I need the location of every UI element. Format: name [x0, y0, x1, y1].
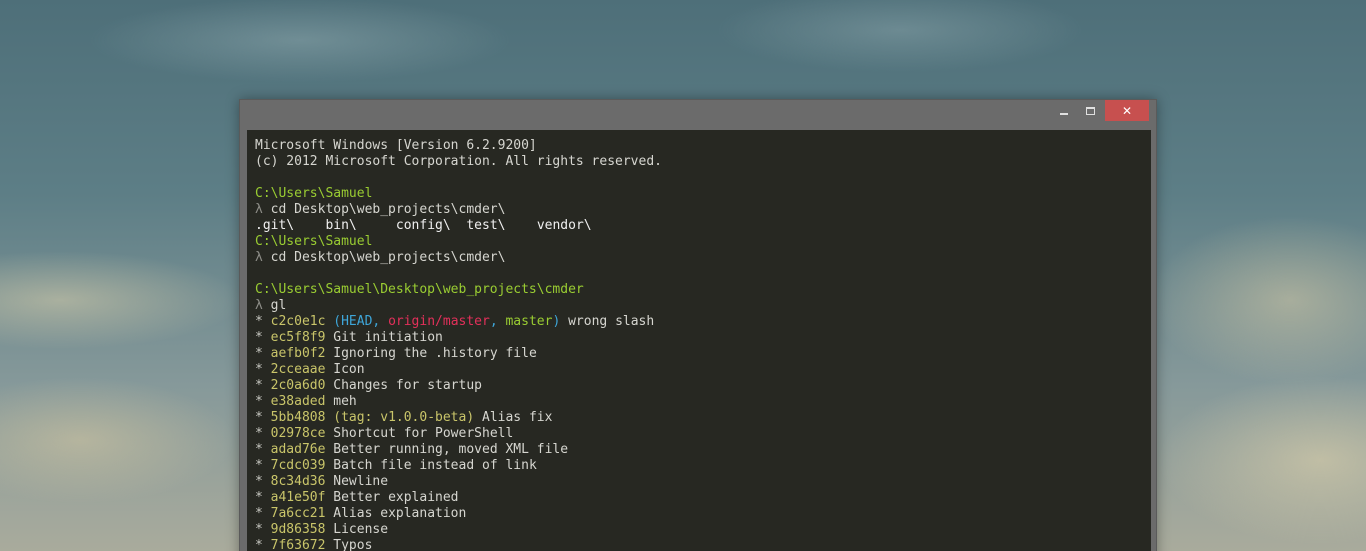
command-text: cd Desktop\web_projects\cmder\ [270, 202, 506, 217]
commit-message: Batch file instead of link [333, 458, 537, 473]
dir-entry: vendor\ [536, 218, 592, 233]
git-log-entry: * 2cceaae Icon [255, 362, 1143, 378]
commit-hash: c2c0e1c [270, 314, 326, 329]
graph-star: * [255, 346, 263, 361]
prompt-lambda: λ [255, 298, 263, 313]
commit-message: License [333, 522, 389, 537]
git-log-entry: * 5bb4808 (tag: v1.0.0-beta) Alias fix [255, 410, 1143, 426]
graph-star: * [255, 410, 263, 425]
commit-hash: 2c0a6d0 [270, 378, 326, 393]
commit-hash: aefb0f2 [270, 346, 326, 361]
commit-message: Better explained [333, 490, 459, 505]
git-log-entry: * 2c0a6d0 Changes for startup [255, 378, 1143, 394]
commit-hash: 5bb4808 [270, 410, 326, 425]
git-log-entry: * 7a6cc21 Alias explanation [255, 506, 1143, 522]
commit-hash: 7a6cc21 [270, 506, 326, 521]
commit-message: Alias fix [482, 410, 553, 425]
git-log-entry: * adad76e Better running, moved XML file [255, 442, 1143, 458]
commit-hash: a41e50f [270, 490, 326, 505]
graph-star: * [255, 442, 263, 457]
graph-star: * [255, 426, 263, 441]
commit-message: Newline [333, 474, 389, 489]
title-bar[interactable]: ✕ [240, 100, 1156, 130]
console-output[interactable]: Microsoft Windows [Version 6.2.9200] (c)… [247, 130, 1151, 551]
commit-hash: 8c34d36 [270, 474, 326, 489]
ref-local: master [505, 314, 553, 329]
commit-hash: 7f63672 [270, 538, 326, 551]
graph-star: * [255, 458, 263, 473]
maximize-button[interactable] [1077, 100, 1103, 121]
graph-star: * [255, 314, 263, 329]
commit-message: Git initiation [333, 330, 443, 345]
close-icon: ✕ [1121, 103, 1133, 118]
command-line: λ cd Desktop\web_projects\cmder\ [255, 250, 1143, 266]
minimize-icon [1060, 112, 1068, 115]
close-button[interactable]: ✕ [1105, 100, 1149, 121]
graph-star: * [255, 474, 263, 489]
git-log-entry: * e38aded meh [255, 394, 1143, 410]
dir-entry: test\ [466, 218, 506, 233]
banner-line: (c) 2012 Microsoft Corporation. All righ… [255, 154, 662, 169]
commit-message: Typos [333, 538, 373, 551]
cmder-window: ✕ Microsoft Windows [Version 6.2.9200] (… [239, 99, 1157, 551]
commit-hash: 2cceaae [270, 362, 326, 377]
commit-message: Ignoring the .history file [333, 346, 537, 361]
prompt-path: C:\Users\Samuel\Desktop\web_projects\cmd… [255, 282, 584, 297]
dir-entry: config\ [395, 218, 451, 233]
command-line: λ cd Desktop\web_projects\cmder\ [255, 202, 1143, 218]
graph-star: * [255, 362, 263, 377]
minimize-button[interactable] [1051, 100, 1077, 121]
commit-message: Changes for startup [333, 378, 482, 393]
graph-star: * [255, 490, 263, 505]
command-text: cd Desktop\web_projects\cmder\ [270, 250, 506, 265]
commit-message: meh [333, 394, 357, 409]
graph-star: * [255, 538, 263, 551]
graph-star: * [255, 330, 263, 345]
ref-remote: origin/master [388, 314, 490, 329]
graph-star: * [255, 506, 263, 521]
commit-message: Better running, moved XML file [333, 442, 569, 457]
prompt-path: C:\Users\Samuel [255, 186, 373, 201]
dir-listing: .git\ bin\ config\ test\ vendor\ [255, 218, 1143, 234]
commit-hash: e38aded [270, 394, 326, 409]
commit-message: Alias explanation [333, 506, 467, 521]
commit-message: Shortcut for PowerShell [333, 426, 514, 441]
git-log-entry: * aefb0f2 Ignoring the .history file [255, 346, 1143, 362]
git-log-entry: * c2c0e1c (HEAD, origin/master, master) … [255, 314, 655, 329]
dir-entry: .git\ [255, 218, 295, 233]
git-log-entry: * 7cdc039 Batch file instead of link [255, 458, 1143, 474]
dir-entry: bin\ [325, 218, 357, 233]
prompt-path: C:\Users\Samuel [255, 234, 373, 249]
commit-hash: adad76e [270, 442, 326, 457]
command-text: gl [270, 298, 287, 313]
ref-head: HEAD [341, 314, 373, 329]
commit-hash: ec5f8f9 [270, 330, 326, 345]
git-log-entry: * ec5f8f9 Git initiation [255, 330, 1143, 346]
commit-hash: 9d86358 [270, 522, 326, 537]
prompt-lambda: λ [255, 202, 263, 217]
maximize-icon [1085, 106, 1095, 115]
prompt-lambda: λ [255, 250, 263, 265]
commit-message: wrong slash [568, 314, 655, 329]
banner-line: Microsoft Windows [Version 6.2.9200] [255, 138, 537, 153]
commit-tag: (tag: v1.0.0-beta) [333, 410, 475, 425]
commit-hash: 7cdc039 [270, 458, 326, 473]
git-log-entry: * 02978ce Shortcut for PowerShell [255, 426, 1143, 442]
command-line: λ gl [255, 298, 1143, 314]
graph-star: * [255, 522, 263, 537]
graph-star: * [255, 378, 263, 393]
git-log-entry: * 8c34d36 Newline [255, 474, 1143, 490]
commit-hash: 02978ce [270, 426, 326, 441]
git-log-entry: * a41e50f Better explained [255, 490, 1143, 506]
commit-message: Icon [333, 362, 365, 377]
window-controls: ✕ [1051, 100, 1149, 121]
git-log-entry: * 9d86358 License [255, 522, 1143, 538]
git-log-entry: * 7f63672 Typos [255, 538, 1143, 551]
graph-star: * [255, 394, 263, 409]
